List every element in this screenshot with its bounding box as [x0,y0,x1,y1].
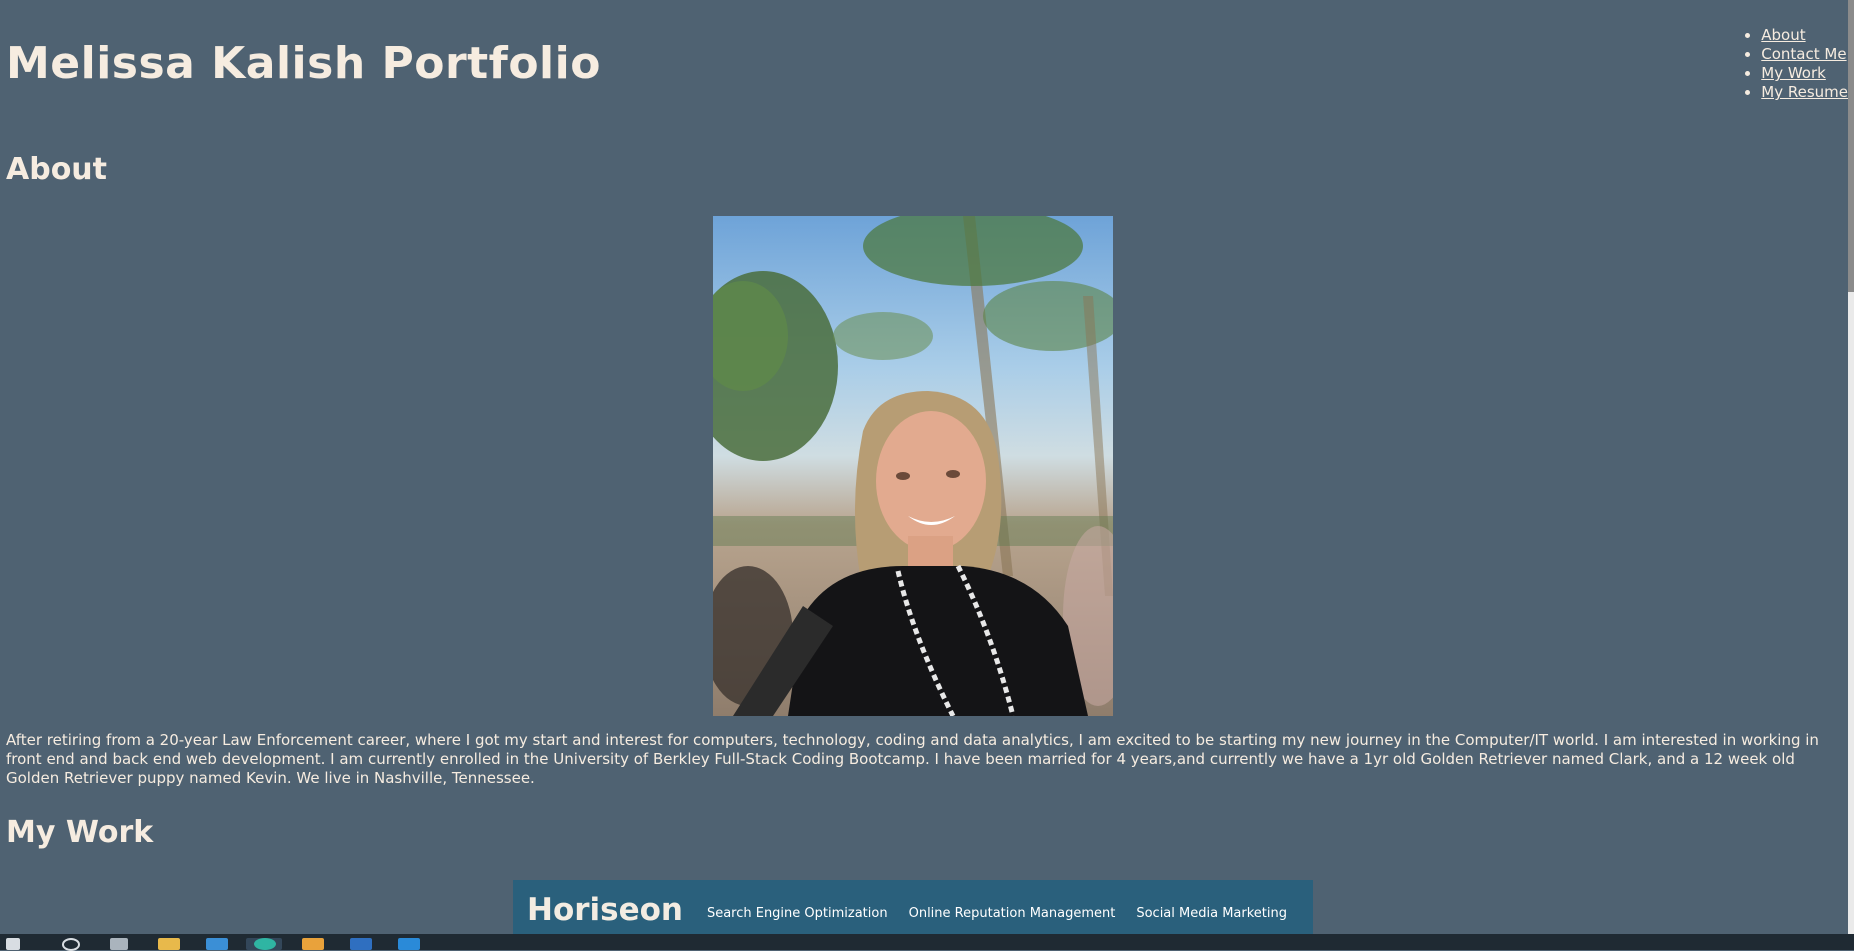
file-explorer-icon[interactable] [158,938,180,950]
about-description: After retiring from a 20-year Law Enforc… [6,731,1819,787]
nav-link-contact[interactable]: Contact Me [1761,45,1846,63]
nav-link-work[interactable]: My Work [1761,64,1826,82]
work-preview-link-social: Social Media Marketing [1136,906,1287,921]
nav-item-contact: Contact Me [1761,45,1848,64]
nav-item-work: My Work [1761,64,1848,83]
work-preview-nav: Search Engine Optimization Online Reputa… [707,906,1287,921]
my-work-heading: My Work [6,815,154,850]
task-view-icon[interactable] [110,938,128,950]
app-icon[interactable] [302,938,324,950]
os-taskbar [0,934,1854,951]
site-title: Melissa Kalish Portfolio [6,38,601,89]
nav-item-about: About [1761,26,1848,45]
profile-photo-illustration [713,216,1113,716]
nav-link-about[interactable]: About [1761,26,1805,44]
browser-icon[interactable] [254,938,276,950]
search-icon[interactable] [62,938,80,951]
site-header: Melissa Kalish Portfolio About Contact M… [0,0,1848,130]
scrollbar-thumb[interactable] [1848,0,1854,292]
nav-item-resume: My Resume [1761,83,1848,102]
main-nav: About Contact Me My Work My Resume [1741,26,1848,102]
mail-icon[interactable] [350,938,372,950]
profile-photo [713,216,1113,716]
portfolio-page: Melissa Kalish Portfolio About Contact M… [0,0,1848,934]
work-preview-link-seo: Search Engine Optimization [706,906,888,921]
vscode-icon[interactable] [398,938,420,950]
work-preview-logo: Horiseon [527,892,683,928]
page-scrollbar[interactable] [1848,0,1854,934]
about-heading: About [6,152,108,187]
store-icon[interactable] [206,938,228,950]
work-project-preview[interactable]: Horiseon Search Engine Optimization Onli… [513,880,1313,934]
start-icon[interactable] [6,938,20,950]
nav-link-resume[interactable]: My Resume [1761,83,1848,101]
work-preview-link-reputation: Online Reputation Management [908,906,1116,921]
